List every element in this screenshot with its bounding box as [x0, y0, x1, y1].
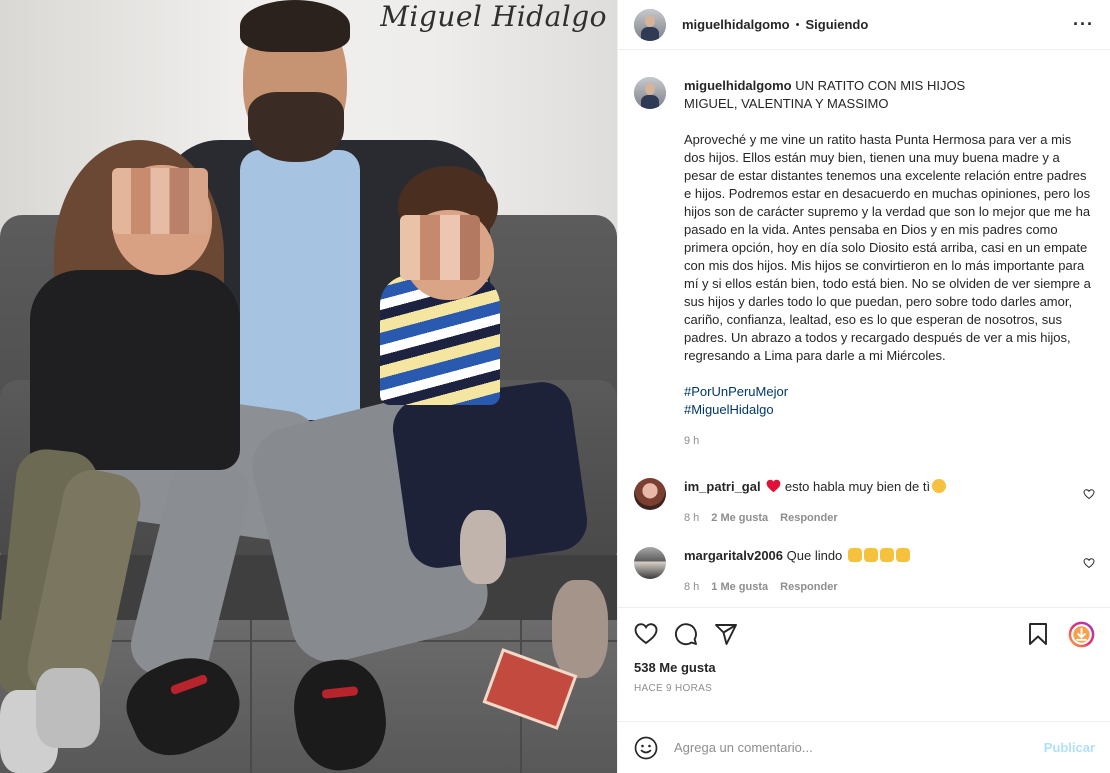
comment-meta: 8 h 2 Me gusta Responder [684, 509, 1084, 527]
avatar-face [645, 14, 655, 27]
photo-girl-shoe [36, 668, 100, 748]
photo-watermark: Miguel Hidalgo [380, 0, 607, 33]
photo-boy-sock [460, 510, 506, 584]
download-extension-icon[interactable] [1068, 621, 1095, 648]
comment-timestamp[interactable]: 8 h [684, 578, 699, 596]
photo-floor-line [250, 610, 252, 773]
comment-timestamp[interactable]: 8 h [684, 509, 699, 527]
caption-username[interactable]: miguelhidalgomo [684, 78, 792, 93]
post-caption: miguelhidalgomo UN RATITO CON MIS HIJOS … [634, 61, 1095, 450]
commenter-username[interactable]: margaritalv2006 [684, 548, 783, 563]
clapping-hands-icon [932, 479, 947, 493]
comment-likes-count[interactable]: 2 Me gusta [711, 509, 768, 527]
publish-button[interactable]: Publicar [1044, 740, 1095, 755]
comment-item: im_patri_gal esto habla muy bien de tì 8… [634, 478, 1095, 527]
like-heart-icon[interactable] [634, 622, 658, 646]
share-paper-plane-icon[interactable] [714, 622, 738, 646]
reply-button[interactable]: Responder [780, 578, 837, 596]
commenter-avatar[interactable] [634, 547, 666, 579]
posted-ago[interactable]: HACE 9 HORAS [618, 683, 1110, 694]
post-header: miguelhidalgomo • Siguiendo ··· [618, 0, 1110, 50]
comment-text: Que lindo [786, 548, 843, 563]
photo-man-shirt [240, 150, 360, 420]
caption-timestamp[interactable]: 9 h [684, 432, 1095, 450]
commenter-avatar[interactable] [634, 478, 666, 510]
post-viewer: Miguel Hidalgo miguelhidalgomo • Siguien… [0, 0, 1110, 773]
comments-scroll-area[interactable]: miguelhidalgomo UN RATITO CON MIS HIJOS … [618, 61, 1110, 607]
photo-girl-body [30, 270, 240, 470]
face-blur-mosaic [400, 215, 480, 280]
comment-bubble-icon[interactable] [674, 622, 698, 646]
photo-man-hair [240, 0, 350, 52]
follow-status-button[interactable]: Siguiendo [805, 17, 868, 32]
emoji-smiley-icon[interactable] [634, 736, 658, 760]
face-blur-mosaic [112, 168, 208, 234]
comment-likes-count[interactable]: 1 Me gusta [711, 578, 768, 596]
caption-author-avatar[interactable] [634, 77, 666, 109]
caption-text: miguelhidalgomo UN RATITO CON MIS HIJOS … [684, 77, 1095, 450]
photo-man-beard [248, 92, 344, 162]
photo-boy-sock [552, 580, 608, 678]
raising-hands-icon [879, 548, 894, 562]
action-icon-row [618, 608, 1110, 660]
bookmark-icon[interactable] [1026, 622, 1050, 646]
hashtag-link[interactable]: #MiguelHidalgo [684, 401, 1095, 419]
comment-meta: 8 h 1 Me gusta Responder [684, 578, 1084, 596]
comment-item: margaritalv2006 Que lindo 8 h 1 Me gusta… [634, 547, 1095, 596]
raising-hands-icon [847, 548, 862, 562]
hashtag-link[interactable]: #PorUnPeruMejor [684, 383, 1095, 401]
comment-text: esto habla muy bien de tì [784, 479, 931, 494]
post-side-panel: miguelhidalgomo • Siguiendo ··· miguelhi… [617, 0, 1110, 773]
more-horizontal-icon[interactable]: ··· [1073, 14, 1094, 35]
caption-body: Aproveché y me vine un ratito hasta Punt… [684, 132, 1095, 363]
raising-hands-icon [863, 548, 878, 562]
comment-body: im_patri_gal esto habla muy bien de tì 8… [684, 478, 1084, 527]
author-avatar[interactable] [634, 8, 666, 41]
author-username[interactable]: miguelhidalgomo [682, 17, 790, 32]
like-comment-heart-icon[interactable] [1083, 557, 1095, 569]
commenter-username[interactable]: im_patri_gal [684, 479, 761, 494]
like-comment-heart-icon[interactable] [1083, 488, 1095, 500]
caption-heading: miguelhidalgomo UN RATITO CON MIS HIJOS … [684, 77, 1095, 113]
likes-count[interactable]: 538 Me gusta [618, 660, 1110, 675]
red-heart-icon [766, 479, 781, 493]
avatar-shoulders [641, 95, 659, 109]
avatar-shoulders [641, 26, 659, 41]
reply-button[interactable]: Responder [780, 509, 837, 527]
hashtag-list: #PorUnPeruMejor #MiguelHidalgo [684, 383, 1095, 419]
comment-input[interactable] [674, 740, 1044, 755]
raising-hands-icon [895, 548, 910, 562]
avatar-face [645, 83, 655, 95]
comment-body: margaritalv2006 Que lindo 8 h 1 Me gusta… [684, 547, 1084, 596]
comment-composer: Publicar [618, 721, 1110, 773]
header-separator: • [795, 18, 800, 31]
post-photo[interactable]: Miguel Hidalgo [0, 0, 617, 773]
